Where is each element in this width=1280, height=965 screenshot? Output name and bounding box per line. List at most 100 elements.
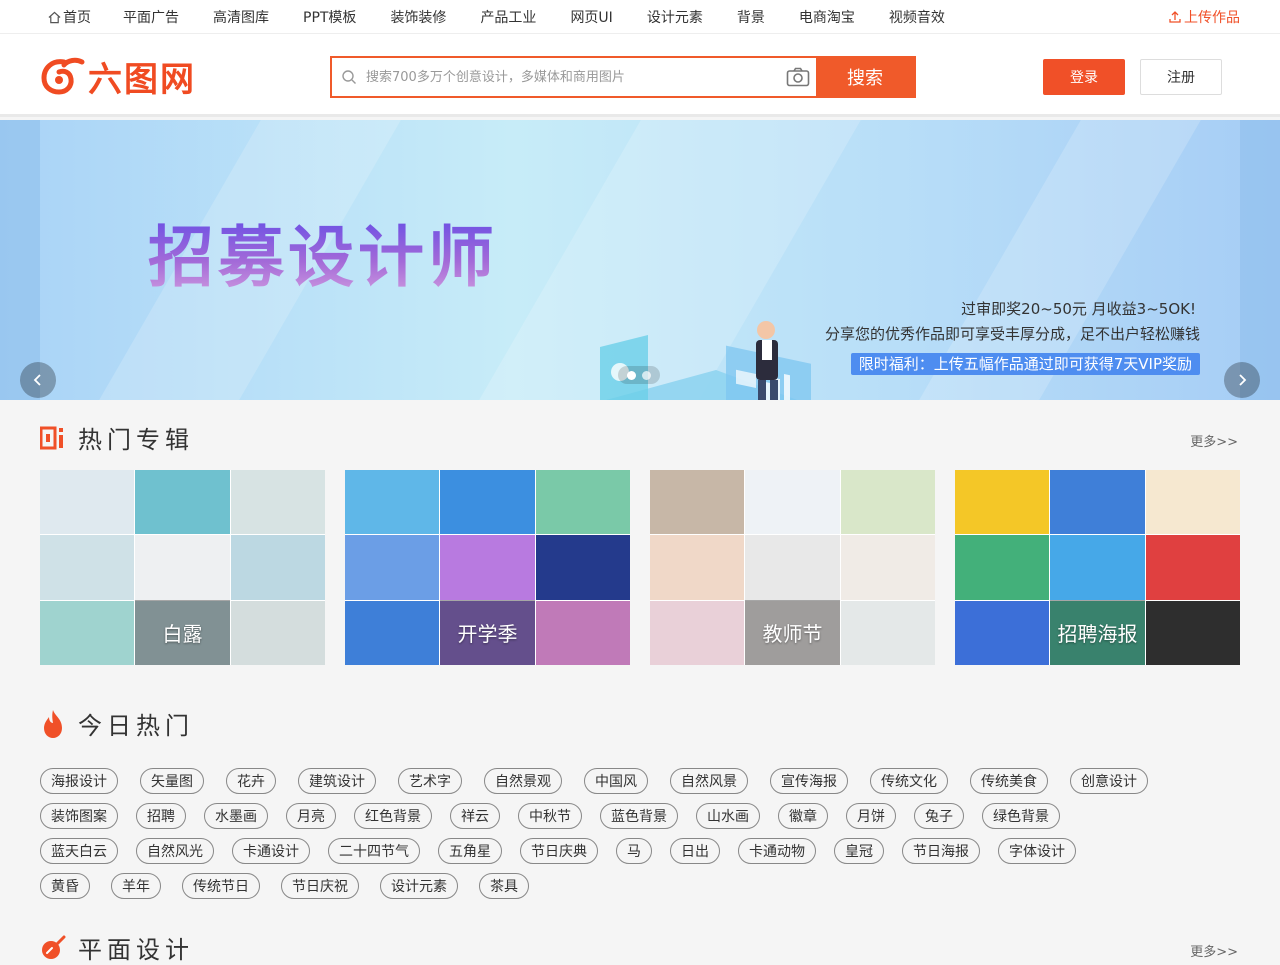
upload-label: 上传作品 <box>1184 10 1240 26</box>
hot-tag[interactable]: 中秋节 <box>518 803 582 829</box>
hot-albums-header: 热门专辑 <box>40 420 194 455</box>
hot-tag[interactable]: 传统文化 <box>870 768 948 794</box>
hot-tag[interactable]: 蓝色背景 <box>600 803 678 829</box>
hot-tag[interactable]: 花卉 <box>226 768 276 794</box>
album-thumbnail <box>840 470 935 535</box>
album-thumbnail <box>40 470 135 535</box>
hot-tag[interactable]: 节日庆祝 <box>281 873 359 899</box>
nav-link-print-ads[interactable]: 平面广告 <box>123 7 179 27</box>
hot-tag[interactable]: 茶具 <box>479 873 529 899</box>
album-label: 白露 <box>162 622 203 646</box>
album-thumbnail <box>1050 535 1145 600</box>
banner-dot-1[interactable] <box>627 370 636 380</box>
nav-link-backgrounds[interactable]: 背景 <box>737 7 765 27</box>
banner-title: 招募设计师 <box>148 204 498 300</box>
nav-link-web-ui[interactable]: 网页UI <box>570 7 612 27</box>
hot-tag[interactable]: 黄昏 <box>40 873 90 899</box>
banner-description: 分享您的优秀作品即可享受丰厚分成，足不出户轻松赚钱 <box>824 325 1200 343</box>
banner-next-button[interactable] <box>1224 362 1260 398</box>
hot-tag[interactable]: 卡通设计 <box>232 838 310 864</box>
header: 六图网 搜索 登录 注册 <box>0 34 1280 117</box>
banner-prev-button[interactable] <box>20 362 56 398</box>
banner-reward-text: 过审即奖20~50元 月收益3~5OK! <box>961 300 1196 318</box>
banner-dot-2[interactable] <box>642 370 651 380</box>
hot-tag[interactable]: 蓝天白云 <box>40 838 118 864</box>
banner-pagination <box>618 366 660 384</box>
search-button[interactable]: 搜索 <box>816 58 914 96</box>
hot-tag[interactable]: 矢量图 <box>140 768 204 794</box>
hot-tag[interactable]: 创意设计 <box>1070 768 1148 794</box>
nav-link-industrial[interactable]: 产品工业 <box>480 7 536 27</box>
search-icon <box>332 58 366 96</box>
search-bar: 搜索 <box>330 56 916 98</box>
album-card[interactable]: 白露 <box>40 470 325 665</box>
hot-tag[interactable]: 日出 <box>670 838 720 864</box>
hot-tag[interactable]: 徽章 <box>778 803 828 829</box>
hero-banner[interactable]: 招募设计师 过审即奖20~50元 月收益3~5OK! 分享您的优秀作品即可享受丰… <box>0 120 1280 400</box>
hot-tag[interactable]: 五角星 <box>438 838 502 864</box>
hot-tag[interactable]: 红色背景 <box>354 803 432 829</box>
hot-tag[interactable]: 字体设计 <box>998 838 1076 864</box>
hot-tag[interactable]: 马 <box>616 838 652 864</box>
album-thumbnail <box>650 535 745 600</box>
search-input[interactable] <box>366 58 780 96</box>
album-thumbnail <box>440 470 535 535</box>
album-thumbnail <box>345 470 440 535</box>
album-card[interactable]: 教师节 <box>650 470 935 665</box>
hot-tag[interactable]: 设计元素 <box>380 873 458 899</box>
hot-tag[interactable]: 艺术字 <box>398 768 462 794</box>
nav-link-video-audio[interactable]: 视频音效 <box>889 7 945 27</box>
camera-search-icon[interactable] <box>780 58 816 96</box>
hot-tag[interactable]: 海报设计 <box>40 768 118 794</box>
hot-tag[interactable]: 自然景观 <box>484 768 562 794</box>
chevron-right-icon <box>1239 374 1247 386</box>
album-thumbnail <box>745 470 840 535</box>
nav-link-home[interactable]: 首页 <box>48 7 91 27</box>
album-label: 招聘海报 <box>1057 622 1138 646</box>
site-logo[interactable]: 六图网 <box>40 54 196 100</box>
upload-link[interactable]: 上传作品 <box>1168 0 1240 34</box>
hot-tag[interactable]: 自然风光 <box>136 838 214 864</box>
hot-tag[interactable]: 二十四节气 <box>328 838 420 864</box>
hot-tag[interactable]: 月饼 <box>846 803 896 829</box>
flame-icon <box>44 709 62 738</box>
hot-tag[interactable]: 自然风景 <box>670 768 748 794</box>
album-thumbnail <box>40 535 135 600</box>
hot-tag[interactable]: 建筑设计 <box>298 768 376 794</box>
nav-link-ecommerce[interactable]: 电商淘宝 <box>799 7 855 27</box>
hot-tag[interactable]: 中国风 <box>584 768 648 794</box>
nav-link-decoration[interactable]: 装饰装修 <box>390 7 446 27</box>
hot-tag[interactable]: 兔子 <box>914 803 964 829</box>
logo-mark-icon <box>41 57 85 95</box>
nav-link-hd-gallery[interactable]: 高清图库 <box>213 7 269 27</box>
graphic-design-more-link[interactable]: 更多>> <box>1190 941 1238 960</box>
hot-tag[interactable]: 传统节日 <box>182 873 260 899</box>
album-card[interactable]: 开学季 <box>345 470 630 665</box>
hot-tag[interactable]: 传统美食 <box>970 768 1048 794</box>
chevron-left-icon <box>33 374 41 386</box>
hot-tag[interactable]: 招聘 <box>136 803 186 829</box>
hot-tag[interactable]: 山水画 <box>696 803 760 829</box>
album-thumbnail <box>745 535 840 600</box>
hot-tag[interactable]: 月亮 <box>286 803 336 829</box>
hot-tag[interactable]: 宣传海报 <box>770 768 848 794</box>
album-thumbnail <box>345 535 440 600</box>
hot-tag[interactable]: 水墨画 <box>204 803 268 829</box>
nav-link-design-elements[interactable]: 设计元素 <box>647 7 703 27</box>
nav-link-ppt[interactable]: PPT模板 <box>303 7 356 27</box>
album-thumbnail <box>650 470 745 535</box>
hot-albums-more-link[interactable]: 更多>> <box>1190 431 1238 450</box>
hot-tag[interactable]: 装饰图案 <box>40 803 118 829</box>
register-button[interactable]: 注册 <box>1140 59 1222 95</box>
hot-tag[interactable]: 节日海报 <box>902 838 980 864</box>
album-card[interactable]: 招聘海报 <box>955 470 1240 665</box>
album-thumbnail <box>955 470 1050 535</box>
hot-tag[interactable]: 皇冠 <box>834 838 884 864</box>
hot-tag[interactable]: 羊年 <box>111 873 161 899</box>
login-button[interactable]: 登录 <box>1043 59 1125 95</box>
hot-tag[interactable]: 卡通动物 <box>738 838 816 864</box>
hot-tag[interactable]: 祥云 <box>450 803 500 829</box>
hot-tag[interactable]: 绿色背景 <box>982 803 1060 829</box>
hot-albums-title: 热门专辑 <box>78 426 194 454</box>
hot-tag[interactable]: 节日庆典 <box>520 838 598 864</box>
